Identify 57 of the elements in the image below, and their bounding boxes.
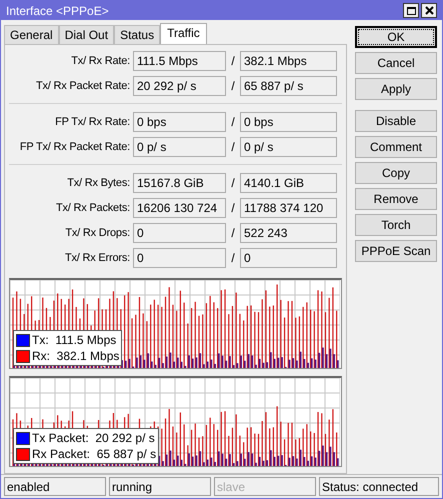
legend-label: Tx Packet: 20 292 p/ s (32, 431, 155, 445)
field-label: Tx/ Rx Drops: (64, 226, 131, 241)
tx-field: 0 p/ s (133, 137, 226, 157)
tx-field: 20 292 p/ s (133, 76, 226, 96)
status-field: running (109, 477, 211, 496)
dialog-button[interactable]: Apply (355, 78, 437, 100)
status-field: enabled (4, 477, 106, 496)
rx-field: 0 p/ s (240, 137, 337, 157)
field-label: Tx/ Rx Packet Rate: (34, 78, 131, 94)
field-label: FP Tx/ Rx Rate: (54, 114, 131, 130)
dialog-button[interactable]: Remove (355, 188, 437, 210)
separator-slash: / (230, 250, 236, 267)
rx-field: 522 243 (240, 223, 337, 243)
tx-field: 111.5 Mbps (133, 51, 226, 71)
legend-label: Tx: 111.5 Mbps (32, 333, 116, 347)
separator-slash: / (230, 78, 236, 95)
tab[interactable]: Dial Out (58, 25, 114, 44)
dialog-button[interactable]: Torch (355, 214, 437, 236)
field-label: Tx/ Rx Packets: (54, 200, 131, 216)
field-label: Tx/ Rx Errors: (64, 250, 131, 266)
tx-field: 16206 130 724 (133, 198, 226, 218)
tab[interactable]: General (4, 25, 59, 44)
window-title: Interface <PPPoE> (6, 2, 109, 20)
dialog-button[interactable]: Disable (355, 110, 437, 132)
separator-slash: / (230, 175, 236, 192)
field-label: Tx/ Rx Rate: (70, 54, 131, 69)
dialog-button[interactable]: OK (355, 26, 437, 48)
tx-field: 15167.8 GiB (133, 173, 226, 193)
separator-slash: / (230, 200, 236, 217)
tx-field: 0 (133, 248, 226, 268)
rx-field: 65 887 p/ s (240, 76, 337, 96)
field-label: Tx/ Rx Bytes: (66, 176, 131, 191)
status-field: Status: connected (319, 477, 439, 496)
separator-slash: / (230, 114, 236, 131)
tx-field: 0 bps (133, 112, 226, 132)
maximize-button[interactable] (403, 3, 419, 18)
status-field: slave (214, 477, 316, 496)
close-button[interactable] (421, 3, 437, 18)
dialog-button[interactable]: PPPoE Scan (355, 240, 437, 262)
separator-slash: / (230, 225, 236, 242)
tx-field: 0 (133, 223, 226, 243)
dialog-button[interactable]: Comment (355, 136, 437, 158)
rx-field: 11788 374 120 (240, 198, 337, 218)
field-label: FP Tx/ Rx Packet Rate: (18, 140, 131, 155)
separator-slash: / (230, 139, 236, 156)
tab[interactable]: Traffic (160, 23, 207, 44)
tab[interactable]: Status (114, 25, 160, 44)
legend-label: Rx Packet: 65 887 p/ s (32, 447, 156, 461)
rx-field: 382.1 Mbps (240, 51, 337, 71)
rx-field: 4140.1 GiB (240, 173, 337, 193)
dialog-button[interactable]: Copy (355, 162, 437, 184)
separator-slash: / (230, 53, 236, 70)
rx-field: 0 (240, 248, 337, 268)
dialog-button[interactable]: Cancel (355, 52, 437, 74)
legend-label: Rx: 382.1 Mbps (32, 349, 120, 363)
rx-field: 0 bps (240, 112, 337, 132)
close-icon (424, 6, 434, 15)
